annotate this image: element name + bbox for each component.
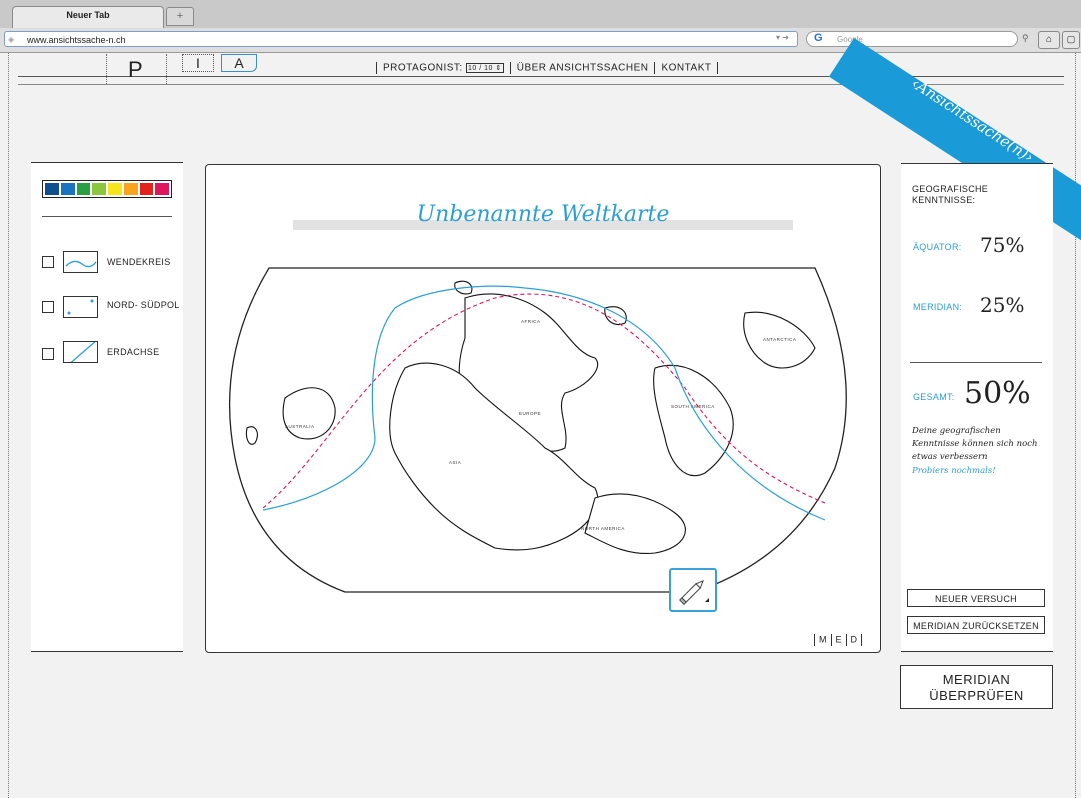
browser-tab[interactable]: Neuer Tab: [12, 6, 164, 29]
map-title[interactable]: Unbenannte Weltkarte: [293, 202, 793, 227]
poles-checkbox[interactable]: [42, 301, 54, 313]
divider: [910, 362, 1042, 363]
legend-label: ERDACHSE: [107, 347, 160, 357]
nav-protagonist-label: PROTAGONIST:: [383, 62, 463, 74]
total-score-value: 50%: [964, 376, 1031, 411]
color-swatch[interactable]: [92, 183, 106, 195]
divider: [42, 216, 172, 217]
main-nav: PROTAGONIST: 10 / 10 ⇕ ÜBER ANSICHTSSACHE…: [376, 62, 724, 74]
check-meridian-label: MERIDIAN ÜBERPRÜFEN: [929, 672, 1024, 703]
color-swatch[interactable]: [60, 183, 75, 195]
earth-axis-icon: [63, 339, 98, 367]
continent-africa: AFRICA: [521, 319, 541, 324]
pencil-tool-button[interactable]: [669, 568, 717, 612]
continent-north-america: NORTH AMERICA: [581, 526, 625, 531]
search-input[interactable]: Google: [806, 31, 1018, 47]
view-mode-e[interactable]: E: [836, 634, 842, 644]
nav-about-link[interactable]: ÜBER ANSICHTSSACHEN: [517, 63, 649, 74]
left-panel: [31, 162, 183, 652]
divider: [106, 54, 108, 84]
color-swatch[interactable]: [155, 183, 169, 195]
bookmark-icon[interactable]: ▢: [1062, 31, 1080, 49]
color-swatch[interactable]: [123, 183, 138, 195]
continent-asia: ASIA: [449, 460, 461, 465]
retry-hint: Probiers nochmals!: [912, 466, 996, 476]
logo-a[interactable]: A: [221, 54, 257, 72]
nav-contact-link[interactable]: KONTAKT: [661, 63, 711, 74]
legend-label: WENDEKREIS: [107, 257, 171, 267]
meridian-score-value: 25%: [980, 293, 1025, 317]
equator-score-value: 75%: [980, 233, 1025, 257]
search-engine-icon[interactable]: G: [814, 32, 823, 44]
total-score-label: GESAMT:: [913, 392, 955, 402]
search-magnifier-icon[interactable]: ⚲: [1022, 33, 1029, 44]
new-attempt-button[interactable]: NEUER VERSUCH: [907, 589, 1045, 607]
meridian-score-label: MERIDIAN:: [913, 302, 963, 312]
view-mode-d[interactable]: D: [851, 634, 858, 644]
knowledge-heading: GEOGRAFISCHE KENNTNISSE:: [912, 184, 989, 205]
color-swatch[interactable]: [108, 183, 122, 195]
equator-score-label: ÄQUATOR:: [913, 242, 962, 252]
wendekreis-checkbox[interactable]: [42, 256, 54, 268]
color-swatch[interactable]: [76, 183, 91, 195]
earth-axis-checkbox[interactable]: [42, 348, 54, 360]
view-mode-m[interactable]: M: [819, 634, 827, 644]
protagonist-stepper[interactable]: 10 / 10 ⇕: [466, 63, 504, 73]
feedback-text: Deine geografischen Kenntnisse können si…: [912, 426, 1038, 462]
reset-meridian-button[interactable]: MERIDIAN ZURÜCKSETZEN: [907, 616, 1045, 634]
continent-europe: EUROPE: [519, 411, 541, 416]
logo-p[interactable]: P: [128, 57, 143, 83]
world-map[interactable]: AFRICA ANTARCTICA AUSTRALIA EUROPE SOUTH…: [225, 258, 865, 598]
poles-icon: [63, 296, 98, 318]
divider: [166, 54, 168, 84]
color-palette: [42, 180, 172, 198]
check-meridian-button[interactable]: MERIDIAN ÜBERPRÜFEN: [900, 665, 1053, 709]
color-swatch[interactable]: [45, 183, 59, 195]
continent-australia: AUSTRALIA: [285, 424, 315, 429]
pencil-icon: [679, 580, 709, 605]
color-swatch[interactable]: [139, 183, 154, 195]
site-info-icon: ◈: [8, 35, 15, 44]
view-mode-switch: MED: [814, 634, 866, 646]
home-icon[interactable]: ⌂: [1038, 31, 1060, 49]
go-arrow-icon[interactable]: ▾ ➜: [776, 33, 789, 42]
tropic-line-icon: [63, 251, 98, 273]
logo-i[interactable]: I: [182, 54, 214, 72]
continent-antarctica: ANTARCTICA: [763, 337, 796, 342]
new-tab-button[interactable]: +: [166, 7, 194, 26]
legend-label: NORD- SÜDPOL: [107, 300, 180, 310]
address-bar[interactable]: www.ansichtssache-n.ch: [4, 31, 798, 47]
